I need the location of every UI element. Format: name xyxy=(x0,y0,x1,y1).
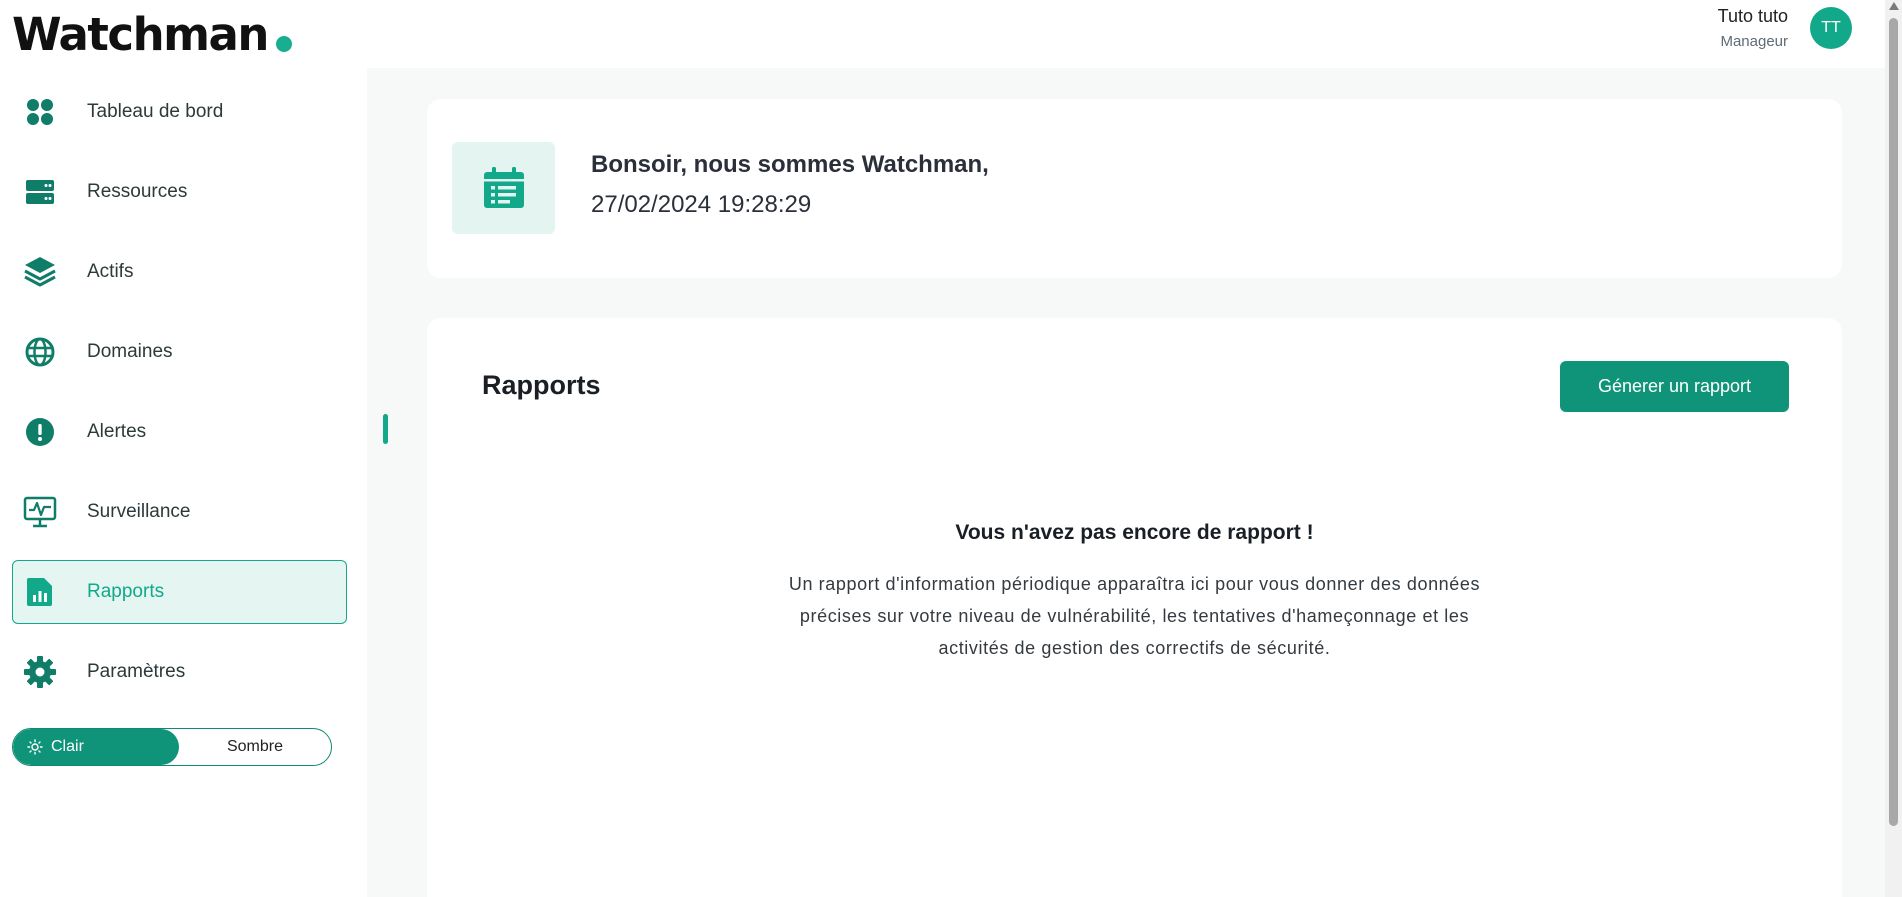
server-icon xyxy=(23,175,57,209)
avatar[interactable]: TT xyxy=(1810,7,1852,49)
globe-icon xyxy=(23,335,57,369)
sidebar-item-ressources[interactable]: Ressources xyxy=(12,160,347,224)
report-file-icon xyxy=(23,575,57,609)
sidebar-item-label: Surveillance xyxy=(87,501,191,522)
sidebar-item-alertes[interactable]: Alertes xyxy=(12,400,347,464)
sidebar-item-tableau-de-bord[interactable]: Tableau de bord xyxy=(12,80,347,144)
monitor-pulse-icon xyxy=(23,495,57,529)
generate-report-button[interactable]: Génerer un rapport xyxy=(1560,361,1789,412)
theme-dark-label: Sombre xyxy=(226,738,284,755)
alert-icon xyxy=(23,415,57,449)
logo-dot xyxy=(275,35,292,52)
empty-state-description: Un rapport d'information périodique appa… xyxy=(788,574,1481,658)
theme-light-label: Clair xyxy=(51,738,84,755)
sidebar-item-label: Ressources xyxy=(87,181,188,202)
user-name: Tuto tuto xyxy=(1717,6,1788,26)
page-title: Rapports xyxy=(482,370,601,400)
page-scrollbar[interactable] xyxy=(1885,0,1902,897)
user-role: Manageur xyxy=(1720,33,1788,50)
layers-icon xyxy=(23,255,57,289)
calendar-icon-box xyxy=(452,142,555,234)
theme-light-option[interactable]: Clair xyxy=(13,729,179,765)
dashboard-grid-icon xyxy=(23,95,57,129)
sidebar-item-label: Tableau de bord xyxy=(87,101,224,122)
logo-text: Watchman xyxy=(12,8,269,61)
user-info: Tuto tuto Manageur xyxy=(1718,6,1788,50)
sidebar-item-parametres[interactable]: Paramètres xyxy=(12,640,347,704)
welcome-greeting: Bonsoir, nous sommes Watchman, xyxy=(591,151,989,178)
sidebar: Watchman Tableau de bord Ressources Acti… xyxy=(0,0,367,897)
calendar-icon xyxy=(483,167,524,208)
sidebar-item-domaines[interactable]: Domaines xyxy=(12,320,347,384)
sidebar-item-label: Rapports xyxy=(87,581,165,602)
scroll-up-arrow-icon[interactable] xyxy=(1889,2,1899,10)
app-root: Watchman Tableau de bord Ressources Acti… xyxy=(0,0,1902,897)
welcome-card: Bonsoir, nous sommes Watchman, 27/02/202… xyxy=(427,99,1842,278)
sun-icon xyxy=(27,739,43,755)
sidebar-item-label: Domaines xyxy=(87,341,173,362)
sidebar-item-label: Actifs xyxy=(87,261,134,282)
gear-icon xyxy=(23,655,57,689)
sidebar-item-rapports[interactable]: Rapports xyxy=(12,560,347,624)
scrollbar-thumb[interactable] xyxy=(1889,18,1898,826)
empty-state-title: Vous n'avez pas encore de rapport ! xyxy=(955,521,1314,544)
reports-card: Rapports Génerer un rapport Vous n'avez … xyxy=(427,318,1842,897)
logo[interactable]: Watchman xyxy=(12,8,292,61)
sidebar-item-label: Alertes xyxy=(87,421,147,442)
sidebar-item-surveillance[interactable]: Surveillance xyxy=(12,480,347,544)
theme-dark-option[interactable]: Sombre xyxy=(179,729,331,765)
sidebar-nav: Tableau de bord Ressources Actifs Domain… xyxy=(12,80,347,720)
sidebar-item-label: Paramètres xyxy=(87,661,186,682)
sidebar-collapse-handle[interactable] xyxy=(383,414,388,444)
theme-toggle: Clair Sombre xyxy=(12,728,332,766)
sidebar-item-actifs[interactable]: Actifs xyxy=(12,240,347,304)
user-menu[interactable]: Tuto tuto Manageur TT xyxy=(1718,6,1852,50)
welcome-datetime: 27/02/2024 19:28:29 xyxy=(591,191,812,218)
